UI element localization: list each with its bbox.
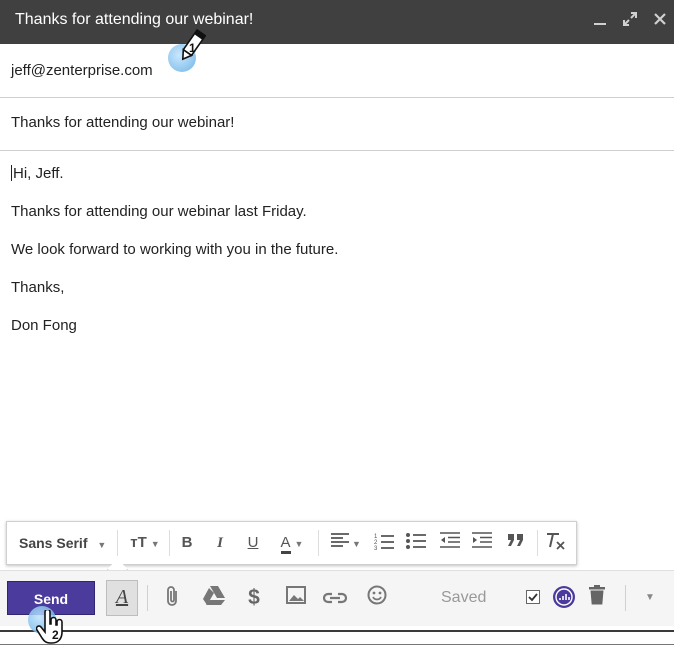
body-line: Don Fong [11, 317, 77, 334]
body-line: Thanks, [11, 279, 65, 296]
divider [537, 530, 538, 556]
divider [169, 530, 170, 556]
divider [117, 530, 118, 556]
compose-action-bar: Send A $ Saved ▼ [0, 570, 674, 626]
clear-formatting-button[interactable] [545, 532, 567, 554]
quote-button[interactable] [505, 532, 527, 554]
chevron-down-icon: ▼ [97, 540, 107, 550]
photo-icon [286, 586, 306, 609]
subject-field[interactable]: Thanks for attending our webinar! [0, 98, 674, 151]
indent-less-icon [440, 532, 460, 552]
drive-icon [203, 586, 225, 610]
link-icon [322, 587, 348, 609]
checkbox-icon [526, 587, 540, 609]
subject-text[interactable]: Thanks for attending our webinar! [11, 114, 234, 131]
body-line: We look forward to working with you in t… [11, 241, 339, 258]
indent-less-button[interactable] [439, 532, 461, 554]
font-size-select[interactable]: тT ▼ [127, 532, 163, 554]
italic-button[interactable]: I [210, 532, 230, 554]
chevron-down-icon: ▼ [294, 539, 304, 549]
indent-more-button[interactable] [471, 532, 493, 554]
align-button[interactable]: ▼ [327, 532, 365, 554]
clear-formatting-icon [545, 533, 567, 554]
trash-icon [589, 585, 605, 610]
more-options-button[interactable]: ▼ [640, 585, 660, 611]
indent-more-icon [472, 532, 492, 552]
bulleted-list-icon [406, 533, 426, 554]
formatting-toolbar: Sans Serif ▼ тT ▼ B I U A ▼ ▼ 123 [6, 521, 577, 565]
recipient-email[interactable]: jeff@zenterprise.com [11, 62, 153, 79]
formatting-options-button[interactable]: A [106, 580, 138, 616]
numbered-list-icon: 123 [374, 534, 394, 554]
insert-link-button[interactable] [322, 585, 348, 611]
paperclip-icon [166, 586, 180, 612]
expand-icon[interactable] [620, 12, 640, 32]
bold-button[interactable]: B [177, 532, 197, 554]
body-line: Thanks for attending our webinar last Fr… [11, 203, 307, 220]
window-edge [0, 644, 674, 645]
divider [147, 585, 148, 611]
underline-button[interactable]: U [243, 532, 263, 554]
google-drive-button[interactable] [202, 585, 226, 611]
window-edge [0, 630, 674, 632]
divider [625, 585, 626, 611]
checkbox-toggle[interactable] [524, 585, 542, 611]
svg-text:3: 3 [374, 546, 378, 550]
numbered-list-button[interactable]: 123 [373, 532, 395, 554]
chevron-down-icon: ▼ [150, 539, 160, 549]
saved-status: Saved [441, 589, 487, 606]
body-line: Hi, Jeff. [11, 165, 64, 182]
font-family-select[interactable]: Sans Serif ▼ [19, 532, 106, 554]
send-money-button[interactable]: $ [243, 585, 265, 611]
formatting-icon: A [115, 586, 129, 608]
minimize-icon[interactable] [590, 12, 610, 32]
divider [318, 530, 319, 556]
close-icon[interactable] [650, 12, 670, 32]
addon-button[interactable] [551, 585, 577, 611]
quote-icon [507, 534, 525, 551]
align-icon [331, 533, 350, 551]
insert-photo-button[interactable] [284, 585, 308, 611]
bulleted-list-button[interactable] [405, 532, 427, 554]
step-number: 1 [189, 41, 196, 55]
to-field[interactable]: jeff@zenterprise.com [0, 44, 674, 98]
text-color-button[interactable]: A ▼ [275, 532, 309, 554]
chevron-down-icon: ▼ [645, 592, 655, 603]
compose-title-bar[interactable]: Thanks for attending our webinar! [0, 0, 674, 44]
analytics-addon-icon [552, 586, 576, 614]
attach-files-button[interactable] [163, 585, 183, 611]
step-number: 2 [52, 628, 59, 642]
smiley-icon [367, 585, 387, 610]
hand-cursor-icon [35, 608, 66, 651]
message-body[interactable]: Hi, Jeff. Thanks for attending our webin… [11, 164, 338, 354]
insert-emoji-button[interactable] [365, 585, 389, 611]
chevron-down-icon: ▼ [352, 539, 361, 549]
text-cursor [11, 165, 12, 181]
compose-title: Thanks for attending our webinar! [15, 11, 254, 28]
discard-draft-button[interactable] [587, 585, 607, 611]
